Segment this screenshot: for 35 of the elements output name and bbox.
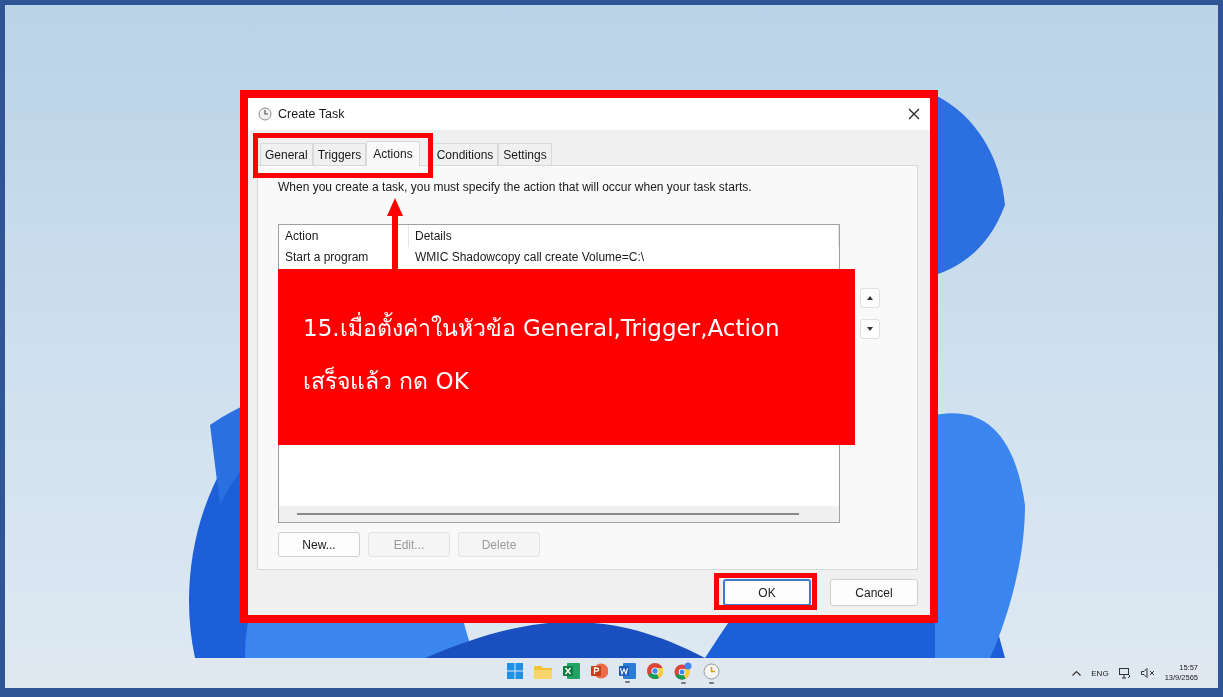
running-indicator [624, 681, 630, 683]
muted-speaker-icon[interactable] [1140, 668, 1155, 678]
cancel-button[interactable]: Cancel [830, 579, 918, 606]
tab[interactable]: Actions [366, 141, 420, 166]
running-indicator [680, 682, 686, 684]
move-up-button[interactable] [860, 288, 880, 308]
caret-down-icon [867, 327, 873, 331]
action-button[interactable]: New... [278, 532, 360, 557]
tab[interactable]: Settings [498, 143, 552, 165]
presentation-app-icon[interactable] [590, 663, 608, 679]
move-down-button[interactable] [860, 319, 880, 339]
clock-icon [258, 107, 272, 121]
table-cell-text: Start a program [284, 250, 370, 264]
document-app-icon[interactable] [618, 663, 636, 679]
close-icon[interactable] [908, 108, 920, 120]
tab[interactable]: Conditions [431, 143, 499, 165]
network-icon[interactable] [1118, 667, 1131, 679]
annotation-text: เสร็จแล้ว กด OK [303, 365, 470, 396]
horizontal-scrollbar[interactable] [279, 506, 839, 522]
window-title: Create Task [278, 107, 346, 121]
tab[interactable]: General [260, 143, 313, 165]
description-text: When you create a task, you must specify the action that will occur when your task starts. [278, 180, 753, 194]
chevron-up-icon[interactable] [1072, 670, 1082, 676]
running-indicator [708, 681, 714, 684]
column-header[interactable]: Details [409, 225, 839, 247]
spreadsheet-app-icon[interactable] [562, 663, 580, 679]
ok-button[interactable]: OK [723, 579, 811, 606]
table-cell-text: WMIC Shadowcopy call create Volume=C:\ [414, 250, 646, 264]
annotation-text: 15.เมื่อตั้งค่าในหัวข้อ General,Trigger,Action [303, 311, 855, 346]
tab[interactable]: Triggers [312, 143, 367, 165]
language-indicator[interactable]: ENG [1091, 668, 1109, 678]
browser-icon[interactable] [647, 663, 663, 679]
start-grid-icon[interactable] [507, 663, 523, 679]
caret-up-icon [867, 296, 873, 300]
browser-icon[interactable] [674, 662, 692, 680]
